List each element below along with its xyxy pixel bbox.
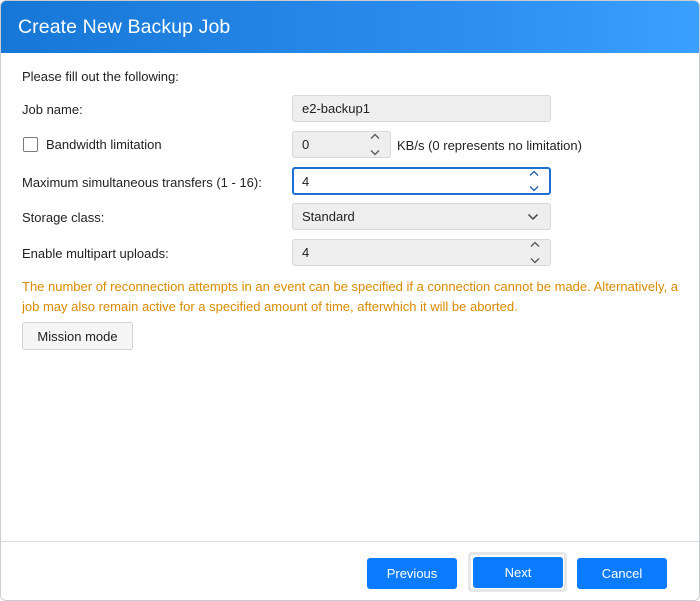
reconnection-note: The number of reconnection attempts in a… (22, 279, 678, 314)
chevron-down-icon[interactable] (370, 149, 380, 156)
chevron-up-icon[interactable] (370, 133, 380, 140)
dialog-title-bar: Create New Backup Job (1, 1, 699, 53)
chevron-down-icon[interactable] (529, 185, 539, 192)
bandwidth-checkbox[interactable] (23, 137, 38, 152)
multipart-spin-buttons[interactable] (528, 241, 542, 264)
bandwidth-unit-note: KB/s (0 represents no limitation) (397, 138, 582, 153)
max-transfers-value: 4 (302, 173, 310, 189)
storage-class-value: Standard (302, 209, 355, 224)
multipart-stepper[interactable]: 4 (292, 239, 551, 266)
mission-mode-button[interactable]: Mission mode (22, 322, 133, 350)
job-name-field[interactable]: e2-backup1 (292, 95, 551, 122)
job-name-value: e2-backup1 (302, 101, 370, 116)
dialog-content: Please fill out the following: Job name:… (1, 53, 699, 541)
previous-button[interactable]: Previous (367, 558, 457, 589)
cancel-button[interactable]: Cancel (577, 558, 667, 589)
chevron-down-icon[interactable] (530, 257, 540, 264)
bandwidth-value: 0 (302, 137, 310, 152)
form-intro: Please fill out the following: (22, 69, 179, 84)
bandwidth-label: Bandwidth limitation (46, 137, 162, 152)
mission-mode-label: Mission mode (37, 328, 118, 344)
dialog-footer: Previous Next Cancel (1, 541, 699, 600)
storage-class-label: Storage class: (22, 210, 105, 225)
max-transfers-stepper[interactable]: 4 (292, 167, 551, 195)
chevron-up-icon[interactable] (530, 241, 540, 248)
bandwidth-spin-buttons[interactable] (368, 133, 382, 156)
dialog-title: Create New Backup Job (18, 15, 231, 38)
cancel-label: Cancel (601, 566, 643, 581)
max-transfers-label: Maximum simultaneous transfers (1 - 16): (22, 175, 262, 190)
previous-label: Previous (386, 566, 438, 581)
next-label: Next (504, 565, 532, 580)
job-name-label: Job name: (22, 102, 83, 117)
multipart-value: 4 (302, 245, 310, 260)
chevron-up-icon[interactable] (529, 170, 539, 177)
next-button[interactable]: Next (473, 557, 563, 588)
multipart-label: Enable multipart uploads: (22, 246, 169, 261)
max-transfers-spin-buttons[interactable] (527, 170, 541, 192)
storage-class-select[interactable]: Standard (292, 203, 551, 230)
chevron-down-icon (527, 213, 539, 220)
backup-job-dialog: Create New Backup Job Please fill out th… (0, 0, 700, 601)
bandwidth-stepper[interactable]: 0 (292, 131, 391, 158)
